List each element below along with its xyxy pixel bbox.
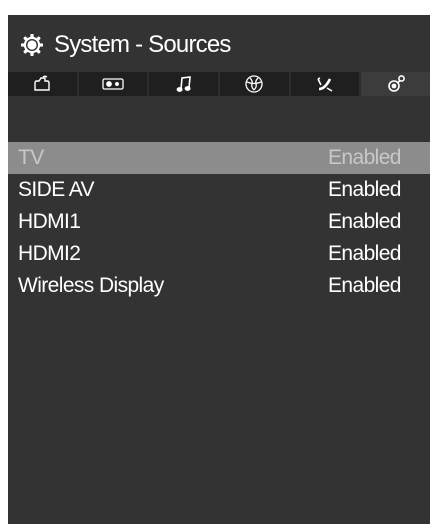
source-status: Enabled (328, 274, 401, 297)
tab-settings[interactable] (361, 72, 430, 96)
source-status: Enabled (328, 242, 401, 265)
source-status: Enabled (328, 210, 401, 233)
source-label: SIDE AV (18, 178, 95, 201)
tab-network[interactable] (220, 72, 289, 96)
gear-icon (20, 33, 44, 57)
tab-picture[interactable] (8, 72, 77, 96)
music-note-icon (176, 75, 192, 93)
title-bar: System - Sources (8, 15, 430, 63)
source-row-tv[interactable]: TV Enabled (8, 142, 430, 174)
sources-list: TV Enabled SIDE AV Enabled HDMI1 Enabled… (8, 142, 430, 302)
source-status: Enabled (328, 146, 401, 169)
source-row-hdmi2[interactable]: HDMI2 Enabled (8, 238, 430, 270)
source-label: Wireless Display (18, 274, 164, 297)
satellite-dish-icon (315, 75, 335, 93)
system-sources-menu: System - Sources TV Enabled SIDE AV Enab… (8, 15, 430, 524)
tab-sound-system[interactable] (78, 72, 148, 96)
tab-music[interactable] (149, 72, 219, 96)
source-label: HDMI2 (18, 242, 81, 265)
settings-icon (386, 74, 406, 94)
source-label: HDMI1 (18, 210, 81, 233)
tab-satellite[interactable] (290, 72, 360, 96)
source-row-side-av[interactable]: SIDE AV Enabled (8, 174, 430, 206)
source-row-hdmi1[interactable]: HDMI1 Enabled (8, 206, 430, 238)
source-label: TV (18, 146, 44, 169)
sound-system-icon (102, 77, 124, 91)
tab-bar (8, 72, 430, 96)
picture-icon (32, 75, 52, 93)
source-status: Enabled (328, 178, 401, 201)
source-row-wireless-display[interactable]: Wireless Display Enabled (8, 270, 430, 302)
network-globe-icon (244, 74, 264, 94)
page-title: System - Sources (54, 31, 231, 58)
